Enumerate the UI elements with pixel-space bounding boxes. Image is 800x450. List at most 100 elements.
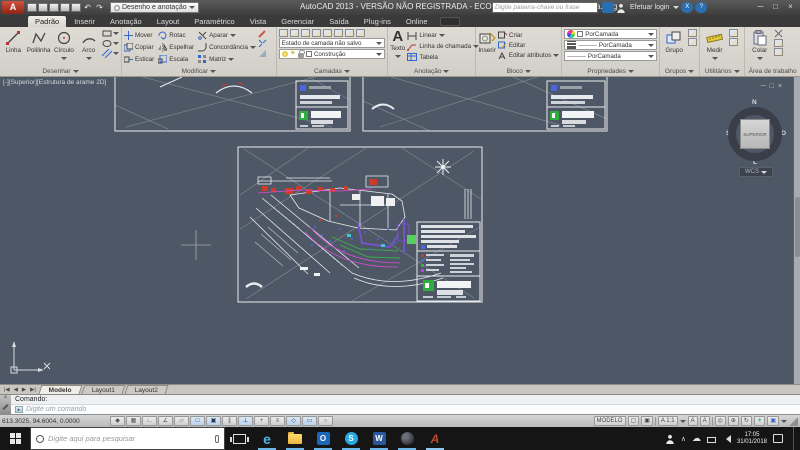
- chevron-down-icon[interactable]: [781, 420, 787, 426]
- dimension-tool[interactable]: Linear: [407, 31, 445, 40]
- volume-icon[interactable]: [722, 435, 731, 443]
- chevron-down-icon[interactable]: [230, 34, 236, 40]
- panel-label[interactable]: Grupos: [660, 66, 699, 76]
- doc-restore-button[interactable]: □: [770, 83, 774, 90]
- workspace-dropdown[interactable]: Desenho e anotação: [110, 2, 199, 13]
- panel-label[interactable]: Desenhar: [0, 66, 121, 76]
- taskbar-search[interactable]: [30, 427, 225, 450]
- layer-color-swatch[interactable]: [306, 51, 312, 57]
- autocad-app[interactable]: A: [426, 429, 444, 448]
- wcs-dropdown[interactable]: WCS: [739, 167, 773, 177]
- tab-vista[interactable]: Vista: [243, 16, 274, 27]
- tab-plugins[interactable]: Plug-ins: [357, 16, 398, 27]
- quick-calc-icon[interactable]: [729, 38, 738, 46]
- sc-toggle[interactable]: ○: [318, 416, 333, 426]
- drawing-area[interactable]: [-][Superior][Estrutura de arame 2D] ─ □…: [0, 77, 800, 384]
- ducs-toggle[interactable]: ⊥: [238, 416, 253, 426]
- chevron-down-icon[interactable]: [680, 420, 686, 426]
- edit-block-tool[interactable]: Editar: [498, 41, 525, 49]
- viewport-controls-label[interactable]: [-][Superior][Estrutura de arame 2D]: [3, 79, 106, 86]
- copy-tool[interactable]: Copiar: [124, 41, 154, 53]
- network-icon[interactable]: [707, 437, 716, 443]
- panel-label[interactable]: Utilitários: [700, 66, 744, 76]
- chevron-down-icon[interactable]: [712, 57, 718, 63]
- last-tab-button[interactable]: ▶|: [28, 387, 38, 393]
- prev-tab-button[interactable]: ◀: [12, 387, 20, 393]
- otrack-toggle[interactable]: ∥: [222, 416, 237, 426]
- polyline-tool[interactable]: Polilinha: [27, 29, 51, 54]
- command-input-line[interactable]: ▸ Digite um comando: [11, 405, 800, 414]
- layer-match-icon[interactable]: [290, 29, 299, 37]
- array-tool[interactable]: Matriz: [198, 53, 256, 65]
- undo-icon[interactable]: ↶: [82, 2, 93, 13]
- grid-toggle[interactable]: ∟: [142, 416, 157, 426]
- layer-properties-icon[interactable]: [279, 29, 288, 37]
- hatch-tool[interactable]: [102, 49, 119, 58]
- panel-label[interactable]: Propriedades: [562, 66, 659, 76]
- saveas-icon[interactable]: [60, 3, 70, 12]
- group-tool[interactable]: Grupo: [662, 29, 686, 54]
- viewcube-north[interactable]: N: [752, 99, 757, 106]
- quick-select-icon[interactable]: [729, 29, 738, 37]
- chevron-down-icon[interactable]: [395, 55, 401, 61]
- layer-lock-icon[interactable]: [345, 29, 354, 37]
- circle-tool[interactable]: Círculo: [53, 29, 76, 63]
- trim-tool[interactable]: Aparar: [198, 29, 256, 41]
- tab-saida[interactable]: Saída: [322, 16, 356, 27]
- annotation-visibility-icon[interactable]: A: [688, 416, 698, 426]
- edge-app[interactable]: e: [258, 429, 276, 448]
- osnap-toggle[interactable]: □: [190, 416, 205, 426]
- tab-parametrico[interactable]: Paramétrico: [187, 16, 241, 27]
- drawing-canvas[interactable]: [0, 77, 793, 384]
- line-tool[interactable]: Linha: [2, 29, 25, 54]
- close-button[interactable]: ×: [783, 0, 798, 13]
- edit-attributes-tool[interactable]: Editar atributos: [498, 51, 559, 60]
- word-app[interactable]: W: [370, 429, 388, 448]
- outlook-app[interactable]: O: [314, 429, 332, 448]
- tab-layout[interactable]: Layout: [150, 16, 187, 27]
- layer-isolate-icon[interactable]: [312, 29, 321, 37]
- layer-state-dropdown[interactable]: Estado de camada não salvo: [279, 38, 386, 48]
- layer-freeze-icon[interactable]: [334, 29, 343, 37]
- plot-icon[interactable]: [71, 3, 81, 12]
- command-line[interactable]: × Comando: ▸ Digite um comando: [0, 394, 800, 414]
- layer-unisolate-icon[interactable]: [323, 29, 332, 37]
- polar-toggle[interactable]: ▱: [174, 416, 189, 426]
- fillet-tool[interactable]: Concordância: [198, 41, 256, 53]
- restore-button[interactable]: □: [768, 0, 783, 13]
- scale-tool[interactable]: Escala: [158, 53, 194, 65]
- chevron-down-icon[interactable]: [61, 57, 67, 63]
- pan-icon[interactable]: ⊕: [728, 416, 739, 426]
- infocenter-search-input[interactable]: [492, 2, 598, 13]
- lineweight-dropdown[interactable]: ——— PorCamada: [564, 40, 657, 50]
- color-dropdown[interactable]: PorCamada: [564, 29, 657, 39]
- clean-screen-button[interactable]: [789, 417, 798, 426]
- minimize-button[interactable]: ─: [753, 0, 768, 13]
- panel-label[interactable]: Anotação: [388, 66, 475, 76]
- table-tool[interactable]: Tabela: [407, 53, 438, 61]
- tab-layout1[interactable]: Layout1: [81, 385, 125, 394]
- task-view-icon[interactable]: [233, 434, 246, 444]
- vertical-scrollbar[interactable]: [793, 77, 800, 384]
- autoscale-icon[interactable]: A: [700, 416, 710, 426]
- panel-label[interactable]: Modificar: [122, 66, 276, 76]
- zoom-icon[interactable]: ↻: [741, 416, 752, 426]
- tab-padrao[interactable]: Padrão: [28, 16, 66, 27]
- chevron-down-icon[interactable]: [439, 34, 445, 40]
- autocad-menu-button[interactable]: A: [2, 1, 24, 14]
- stretch-tool[interactable]: Esticar: [124, 53, 154, 65]
- measure-tool[interactable]: Medir: [702, 29, 727, 63]
- match-properties-icon[interactable]: [774, 48, 783, 56]
- layer-thaw-icon[interactable]: ☀: [290, 50, 296, 58]
- explode-icon[interactable]: [258, 39, 267, 48]
- chevron-down-icon[interactable]: [757, 57, 763, 63]
- rotate-tool[interactable]: Rotac: [158, 29, 194, 41]
- redo-icon[interactable]: ↷: [94, 2, 105, 13]
- media-icon[interactable]: [440, 17, 460, 26]
- doc-minimize-button[interactable]: ─: [761, 83, 766, 90]
- start-button[interactable]: [0, 427, 30, 450]
- qp-toggle[interactable]: ▭: [302, 416, 317, 426]
- insert-block-tool[interactable]: Inserir: [478, 29, 496, 54]
- chevron-down-icon[interactable]: [86, 57, 92, 63]
- model-space-button[interactable]: MODELO: [594, 416, 626, 426]
